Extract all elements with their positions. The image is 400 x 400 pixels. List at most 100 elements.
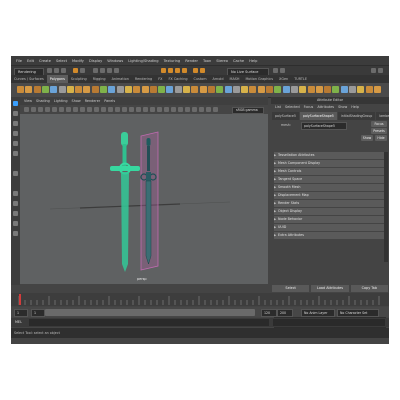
hypershade-icon[interactable] (182, 68, 187, 73)
viewport-menu-show[interactable]: Show (72, 97, 81, 105)
section-extra-attributes[interactable]: ▶ Extra Attributes (274, 232, 386, 239)
render-icon[interactable] (161, 68, 166, 73)
shelf-tab-animation[interactable]: Animation (109, 75, 132, 83)
menu-modify[interactable]: Modify (72, 59, 84, 63)
shelf-tool-icon[interactable] (50, 86, 58, 93)
single-pane-layout-icon[interactable] (13, 191, 18, 196)
render-view-icon[interactable] (193, 68, 198, 73)
viewport-tool-icon[interactable] (31, 107, 36, 112)
shelf-tab-curves-surfaces[interactable]: Curves / Surfaces (11, 75, 47, 83)
shelf-tool-icon[interactable] (141, 86, 149, 93)
shelf-tool-icon[interactable] (91, 86, 99, 93)
start-frame-field[interactable]: 1 (14, 309, 28, 317)
shelf-tab-custom[interactable]: Custom (191, 75, 210, 83)
shelf-tool-icon[interactable] (349, 86, 356, 93)
viewport-tool-icon[interactable] (87, 107, 92, 112)
shelf-tab-arnold[interactable]: Arnold (210, 75, 227, 83)
viewport-tool-icon[interactable] (129, 107, 134, 112)
colorspace-dropdown[interactable]: sRGB gamma (232, 106, 264, 114)
current-time-marker[interactable] (19, 294, 21, 305)
snap-grid-icon[interactable] (93, 68, 98, 73)
time-slider[interactable] (11, 293, 389, 306)
select-tool-icon[interactable] (13, 101, 18, 106)
menu-display[interactable]: Display (89, 59, 102, 63)
viewport-menu-lighting[interactable]: Lighting (54, 97, 68, 105)
shelf-tool-icon[interactable] (58, 86, 66, 93)
viewport-tool-icon[interactable] (157, 107, 162, 112)
shelf-tool-icon[interactable] (266, 86, 273, 93)
section-node-behavior[interactable]: ▶ Node Behavior (274, 216, 386, 223)
shelf-tool-icon[interactable] (332, 86, 340, 93)
shelf-tool-icon[interactable] (133, 86, 141, 93)
viewport-tool-icon[interactable] (143, 107, 148, 112)
menu-select[interactable]: Select (56, 59, 67, 63)
shelf-tool-icon[interactable] (324, 86, 332, 93)
render-settings-icon[interactable] (175, 68, 180, 73)
ae-tab-material[interactable]: lambert1 (376, 112, 389, 120)
viewport-tool-icon[interactable] (94, 107, 99, 112)
menu-toon[interactable]: Toon (203, 59, 211, 63)
snap-point-icon[interactable] (107, 68, 112, 73)
range-start-field[interactable]: 1 (31, 309, 45, 317)
symmetry-icon[interactable] (273, 68, 278, 73)
menu-help[interactable]: Help (249, 59, 257, 63)
section-mesh-component-display[interactable]: ▶ Mesh Component Display (274, 160, 386, 167)
shelf-tool-icon[interactable] (249, 86, 257, 93)
green-sword-model[interactable] (110, 132, 140, 272)
viewport-tool-icon[interactable] (24, 107, 29, 112)
shelf-tool-icon[interactable] (100, 86, 107, 93)
shelf-tool-icon[interactable] (83, 86, 91, 93)
shelf-tool-icon[interactable] (216, 86, 224, 93)
ae-copy-tab-button[interactable]: Copy Tab (350, 285, 388, 292)
shelf-tool-icon[interactable] (207, 86, 215, 93)
viewport-tool-icon[interactable] (59, 107, 64, 112)
viewport-tool-icon[interactable] (206, 107, 211, 112)
ae-menu-show[interactable]: Show (338, 104, 347, 111)
section-displacement-map[interactable]: ▶ Displacement Map (274, 192, 386, 199)
ae-menu-focus[interactable]: Focus (304, 104, 314, 111)
section-mesh-controls[interactable]: ▶ Mesh Controls (274, 168, 386, 175)
viewport-tool-icon[interactable] (122, 107, 127, 112)
channel-box-toggle-icon[interactable] (378, 68, 383, 73)
section-smooth-mesh[interactable]: ▶ Smooth Mesh (274, 184, 386, 191)
shelf-tool-icon[interactable] (257, 86, 265, 93)
shelf-tool-icon[interactable] (66, 86, 74, 93)
viewport-tool-icon[interactable] (66, 107, 71, 112)
shelf-tool-icon[interactable] (224, 86, 232, 93)
viewport-tool-icon[interactable] (213, 107, 218, 112)
range-slider[interactable] (45, 309, 255, 316)
shelf-tool-icon[interactable] (274, 86, 282, 93)
snap-view-icon[interactable] (114, 68, 119, 73)
shelf-tool-icon[interactable] (124, 86, 132, 93)
viewport-tool-icon[interactable] (164, 107, 169, 112)
shelf-tab-fx-caching[interactable]: FX Caching (165, 75, 190, 83)
viewport-menu-renderer[interactable]: Renderer (85, 97, 100, 105)
lasso-tool-icon[interactable] (13, 111, 18, 116)
viewport-tool-icon[interactable] (101, 107, 106, 112)
shelf-tab-turtle[interactable]: TURTLE (291, 75, 310, 83)
viewport-menu-view[interactable]: View (24, 97, 32, 105)
shelf-tool-icon[interactable] (25, 86, 33, 93)
character-set-dropdown[interactable]: No Character Set (337, 309, 379, 317)
ae-tab-shading-group[interactable]: initialShadingGroup (337, 112, 376, 120)
shelf-tool-icon[interactable] (340, 86, 348, 93)
input-line-icon[interactable] (280, 68, 285, 73)
menu-render[interactable]: Render (185, 59, 198, 63)
menu-texturing[interactable]: Texturing (164, 59, 181, 63)
shelf-tool-icon[interactable] (191, 86, 199, 93)
shelf-tool-icon[interactable] (183, 86, 190, 93)
outliner-layout-icon[interactable] (13, 231, 18, 236)
shelf-tool-icon[interactable] (373, 86, 381, 93)
viewport-tool-icon[interactable] (150, 107, 155, 112)
menu-edit[interactable]: Edit (27, 59, 34, 63)
shelf-tool-icon[interactable] (149, 86, 157, 93)
ae-menu-help[interactable]: Help (351, 104, 359, 111)
presets-button[interactable]: Presets (371, 128, 387, 134)
range-end-field[interactable]: 120 (261, 309, 277, 317)
viewport-tool-icon[interactable] (171, 107, 176, 112)
menu-windows[interactable]: Windows (107, 59, 123, 63)
shelf-tool-icon[interactable] (33, 86, 41, 93)
shelf-tab-motion-graphics[interactable]: Motion Graphics (242, 75, 276, 83)
shelf-tool-icon[interactable] (282, 86, 290, 93)
shelf-tool-icon[interactable] (75, 86, 83, 93)
